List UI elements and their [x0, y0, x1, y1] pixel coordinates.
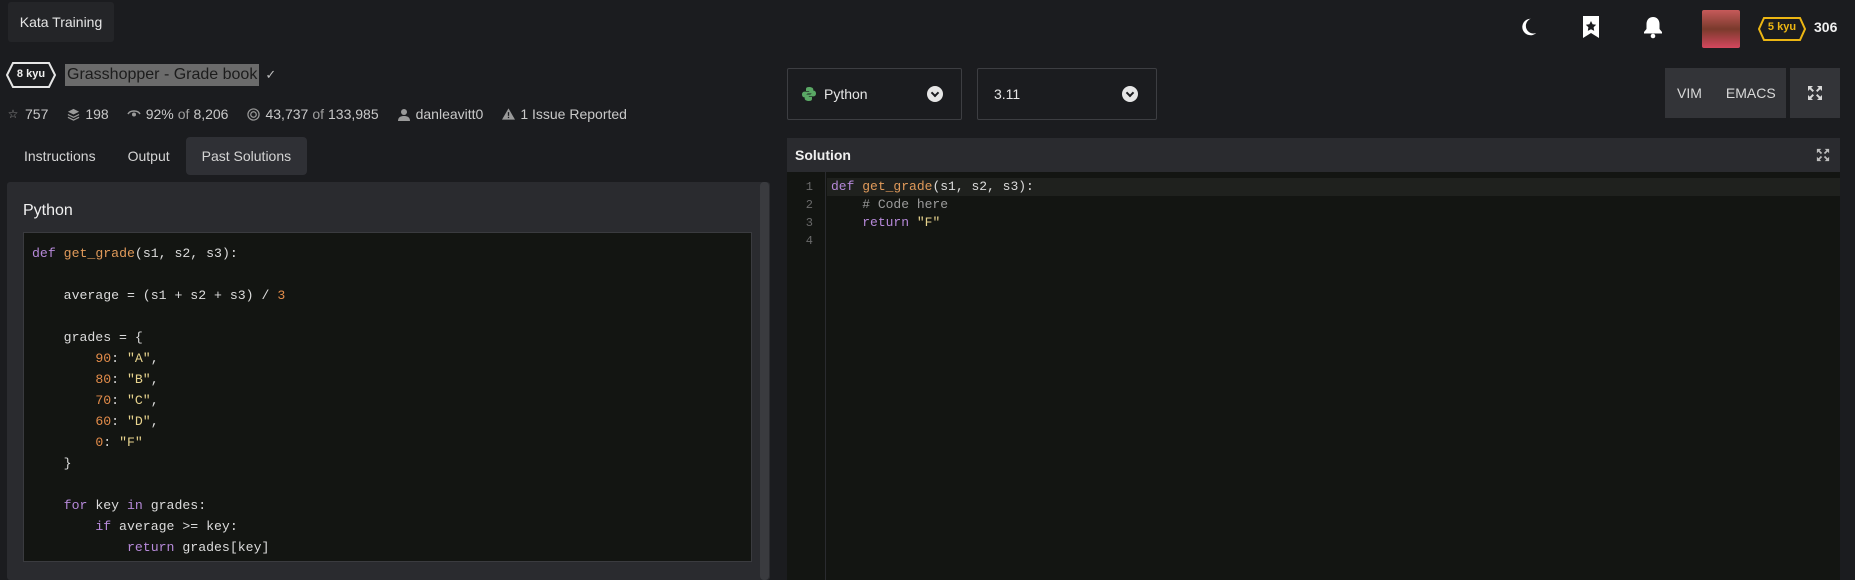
tab-past-solutions[interactable]: Past Solutions	[185, 137, 308, 175]
fullscreen-icon	[1808, 86, 1822, 100]
expand-icon[interactable]	[1816, 148, 1830, 165]
kata-title[interactable]: Grasshopper - Grade book	[65, 64, 260, 86]
version-select-value: 3.11	[994, 86, 1021, 102]
stat-stars[interactable]: ☆ 757	[6, 106, 49, 122]
kata-tabs: Instructions Output Past Solutions	[8, 137, 308, 175]
bell-icon[interactable]	[1640, 14, 1666, 40]
stat-issues[interactable]: 1 Issue Reported	[501, 106, 627, 122]
star-icon: ☆	[7, 107, 19, 121]
honor-score: 306	[1814, 19, 1838, 35]
past-solution-language: Python	[23, 202, 73, 219]
editor-mode-group: VIM EMACS	[1665, 68, 1786, 118]
warning-icon	[501, 107, 515, 121]
language-select[interactable]: Python	[787, 68, 962, 120]
chevron-down-icon	[1122, 86, 1138, 102]
line-number-gutter: 1 2 3 4	[787, 172, 826, 580]
past-solution-code: def get_grade(s1, s2, s3): average = (s1…	[23, 232, 752, 562]
author-name: danleavitt0	[415, 106, 484, 122]
moon-icon[interactable]	[1515, 14, 1541, 40]
avatar[interactable]	[1702, 10, 1740, 48]
stat-collections[interactable]: 198	[66, 106, 109, 122]
solution-title: Solution	[795, 147, 851, 163]
vim-button[interactable]: VIM	[1665, 85, 1714, 101]
rank-badge-label: 5 kyu	[1767, 21, 1797, 33]
chevron-down-icon	[927, 86, 943, 102]
issues-count: 1 Issue Reported	[520, 106, 627, 122]
line-number: 3	[805, 216, 813, 230]
target-icon	[246, 107, 260, 121]
tab-output[interactable]: Output	[112, 137, 186, 175]
stars-count: 757	[25, 106, 49, 122]
line-number: 2	[805, 198, 813, 212]
collections-count: 198	[85, 106, 109, 122]
kata-stats: ☆ 757 198 92% of 8,206 43,737 of 133,985…	[6, 106, 645, 122]
check-icon: ✓	[265, 67, 277, 82]
solution-header: Solution	[787, 138, 1840, 172]
line-number: 1	[805, 180, 813, 194]
eye-icon	[127, 107, 141, 121]
tab-instructions[interactable]: Instructions	[8, 137, 112, 175]
kata-training-label[interactable]: Kata Training	[8, 2, 114, 42]
top-bar: Kata Training 5 kyu 306	[0, 0, 1855, 48]
past-solutions-panel: Python def get_grade(s1, s2, s3): averag…	[7, 182, 770, 580]
bookmark-star-icon[interactable]	[1578, 14, 1604, 40]
kata-rank-badge: 8 kyu	[5, 62, 57, 88]
solution-code[interactable]: def get_grade(s1, s2, s3): # Code here r…	[831, 178, 1034, 232]
fullscreen-button[interactable]	[1790, 68, 1840, 118]
satisfaction-rate: 92%	[145, 106, 174, 122]
line-number: 4	[805, 234, 813, 248]
language-select-value: Python	[824, 86, 868, 102]
rank-badge[interactable]: 5 kyu	[1757, 17, 1807, 41]
attempts-count: 133,985	[328, 106, 379, 122]
completed-of: of	[312, 106, 324, 122]
version-select[interactable]: 3.11	[977, 68, 1157, 120]
layers-icon	[66, 107, 80, 121]
solution-editor[interactable]: 1 2 3 4 def get_grade(s1, s2, s3): # Cod…	[787, 172, 1840, 580]
stat-satisfaction: 92% of 8,206	[127, 106, 229, 122]
kata-header: 8 kyu Grasshopper - Grade book ✓	[5, 62, 277, 88]
satisfaction-of: of	[177, 106, 190, 122]
completed-count: 43,737	[265, 106, 309, 122]
votes-count: 8,206	[193, 106, 229, 122]
stat-author[interactable]: danleavitt0	[397, 106, 484, 122]
user-icon	[397, 107, 411, 121]
kata-rank-label: 8 kyu	[16, 68, 46, 80]
stat-completed: 43,737 of 133,985	[246, 106, 379, 122]
left-panel-scrollbar[interactable]	[760, 182, 769, 580]
python-icon	[802, 87, 816, 104]
emacs-button[interactable]: EMACS	[1714, 85, 1788, 101]
